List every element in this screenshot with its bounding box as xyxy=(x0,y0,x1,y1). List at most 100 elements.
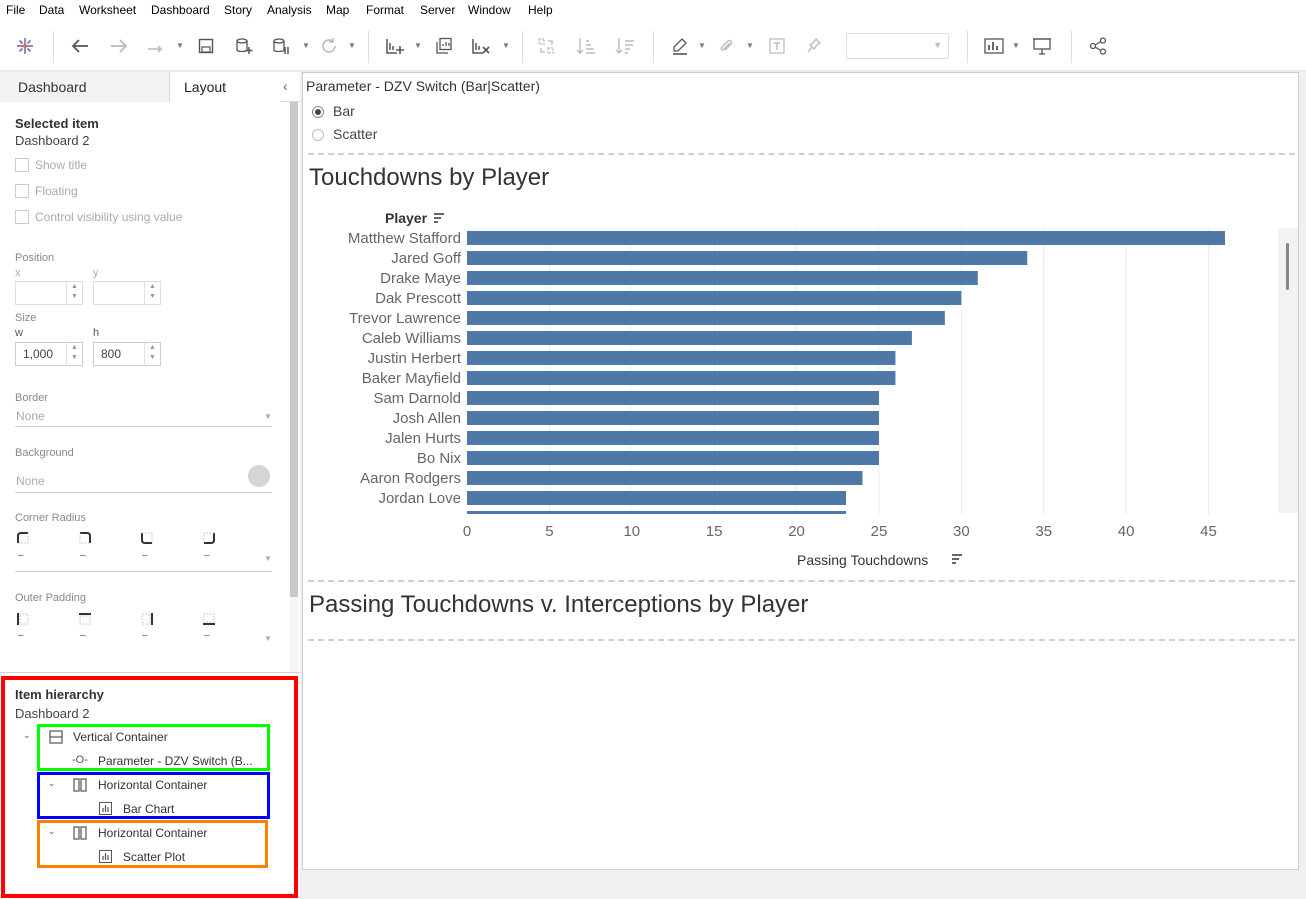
border-value[interactable]: None xyxy=(16,409,45,423)
menu-map[interactable]: Map xyxy=(326,3,349,17)
sort-ascending-icon[interactable] xyxy=(575,35,597,57)
row-label[interactable]: Bo Nix xyxy=(417,450,462,467)
menu-analysis[interactable]: Analysis xyxy=(267,3,312,17)
sort-icon[interactable] xyxy=(952,554,962,564)
row-label[interactable]: Matthew Stafford xyxy=(348,230,461,247)
refresh-icon[interactable] xyxy=(318,35,340,57)
row-header-player[interactable]: Player xyxy=(385,210,428,226)
bar[interactable] xyxy=(467,231,1225,245)
chevron-down-icon[interactable]: ▼ xyxy=(1012,41,1020,50)
tab-dashboard[interactable]: Dashboard xyxy=(0,72,170,102)
bar[interactable] xyxy=(467,431,879,445)
stepper-icon[interactable]: ▲ ▼ xyxy=(144,282,160,304)
show-me-icon[interactable] xyxy=(983,35,1005,57)
bar[interactable] xyxy=(467,371,896,385)
panel-divider[interactable] xyxy=(0,672,300,673)
chevron-down-icon[interactable]: ▼ xyxy=(414,41,422,50)
menu-window[interactable]: Window xyxy=(468,3,511,17)
stepper-icon[interactable]: ▲ ▼ xyxy=(66,343,82,365)
sort-descending-icon[interactable] xyxy=(614,35,636,57)
panel-scrollbar-thumb[interactable] xyxy=(290,102,298,597)
share-icon[interactable] xyxy=(1087,35,1109,57)
bar[interactable] xyxy=(467,251,1028,265)
padding-left-icon[interactable] xyxy=(17,613,29,625)
presentation-icon[interactable] xyxy=(1031,35,1053,57)
row-label[interactable]: Josh Allen xyxy=(393,410,461,427)
tab-layout[interactable]: Layout xyxy=(170,72,280,102)
save-icon[interactable] xyxy=(195,35,217,57)
menu-file[interactable]: File xyxy=(6,3,25,17)
corner-radius-value[interactable]: – xyxy=(204,550,210,561)
tableau-logo-icon[interactable] xyxy=(14,35,36,57)
pause-updates-icon[interactable] xyxy=(270,35,292,57)
bar[interactable] xyxy=(467,351,896,365)
size-w-input[interactable]: 1,000 ▲ ▼ xyxy=(15,342,83,366)
chevron-down-icon[interactable]: ▼ xyxy=(264,634,272,643)
x-axis-title[interactable]: Passing Touchdowns xyxy=(797,552,928,568)
corner-bottom-right-icon[interactable] xyxy=(203,532,215,544)
corner-radius-value[interactable]: – xyxy=(80,550,86,561)
paperclip-icon[interactable] xyxy=(715,35,737,57)
row-label[interactable]: Drake Maye xyxy=(380,270,461,287)
row-label[interactable]: Caleb Williams xyxy=(362,330,461,347)
row-label[interactable]: Jalen Hurts xyxy=(385,430,461,447)
bar[interactable] xyxy=(467,331,912,345)
swap-axes-icon[interactable] xyxy=(535,35,557,57)
padding-top-icon[interactable] xyxy=(79,613,91,625)
clear-sheet-icon[interactable] xyxy=(470,35,492,57)
menu-worksheet[interactable]: Worksheet xyxy=(79,3,136,17)
size-h-input[interactable]: 800 ▲ ▼ xyxy=(93,342,161,366)
pin-icon[interactable] xyxy=(803,35,825,57)
hierarchy-root[interactable]: Dashboard 2 xyxy=(15,706,89,721)
back-icon[interactable] xyxy=(69,35,91,57)
hierarchy-item-horizontal-container[interactable]: Horizontal Container xyxy=(98,826,207,840)
color-swatch[interactable] xyxy=(248,465,270,487)
chevron-down-icon[interactable]: ⌄ xyxy=(48,778,56,789)
padding-bottom-icon[interactable] xyxy=(203,613,215,625)
corner-bottom-left-icon[interactable] xyxy=(141,532,153,544)
duplicate-sheet-icon[interactable] xyxy=(433,35,455,57)
menu-server[interactable]: Server xyxy=(420,3,455,17)
bar[interactable] xyxy=(467,471,863,485)
new-worksheet-icon[interactable] xyxy=(384,35,406,57)
chevron-down-icon[interactable]: ⌄ xyxy=(48,826,56,837)
chevron-down-icon[interactable]: ▼ xyxy=(746,41,754,50)
outer-padding-value[interactable]: – xyxy=(142,630,148,641)
row-label[interactable]: Dak Prescott xyxy=(375,290,462,307)
control-visibility-checkbox[interactable] xyxy=(15,210,29,224)
floating-checkbox[interactable] xyxy=(15,184,29,198)
chevron-down-icon[interactable]: ⌄ xyxy=(23,730,31,741)
position-x-input[interactable]: ▲ ▼ xyxy=(15,281,83,305)
menu-format[interactable]: Format xyxy=(366,3,404,17)
chevron-down-icon[interactable]: ▼ xyxy=(264,412,272,421)
corner-radius-value[interactable]: – xyxy=(18,550,24,561)
chevron-down-icon[interactable]: ▼ xyxy=(698,41,706,50)
background-value[interactable]: None xyxy=(16,474,45,488)
show-title-checkbox[interactable] xyxy=(15,158,29,172)
corner-top-right-icon[interactable] xyxy=(79,532,91,544)
menu-help[interactable]: Help xyxy=(528,3,553,17)
bar[interactable] xyxy=(467,311,945,325)
stepper-icon[interactable]: ▲ ▼ xyxy=(144,343,160,365)
highlight-icon[interactable] xyxy=(669,35,691,57)
bar[interactable] xyxy=(467,271,978,285)
text-icon[interactable] xyxy=(766,35,788,57)
row-label[interactable]: Jordan Love xyxy=(378,490,461,507)
hierarchy-item-parameter[interactable]: Parameter - DZV Switch (B... xyxy=(98,754,253,768)
corner-top-left-icon[interactable] xyxy=(17,532,29,544)
chevron-down-icon[interactable]: ▼ xyxy=(348,41,356,50)
row-label[interactable]: Trevor Lawrence xyxy=(349,310,461,327)
row-label[interactable]: Jared Goff xyxy=(391,250,462,267)
corner-radius-value[interactable]: – xyxy=(142,550,148,561)
new-data-source-icon[interactable] xyxy=(233,35,255,57)
hierarchy-item-scatter-plot[interactable]: Scatter Plot xyxy=(123,850,185,864)
chevron-down-icon[interactable]: ▼ xyxy=(302,41,310,50)
chevron-down-icon[interactable]: ▼ xyxy=(502,41,510,50)
bar[interactable] xyxy=(467,291,962,305)
menu-story[interactable]: Story xyxy=(224,3,252,17)
chevron-down-icon[interactable]: ▼ xyxy=(264,554,272,563)
hierarchy-item-horizontal-container[interactable]: Horizontal Container xyxy=(98,778,207,792)
hierarchy-item-vertical-container[interactable]: Vertical Container xyxy=(73,730,168,744)
row-label[interactable]: Justin Herbert xyxy=(368,350,462,367)
forward-icon[interactable] xyxy=(108,35,130,57)
